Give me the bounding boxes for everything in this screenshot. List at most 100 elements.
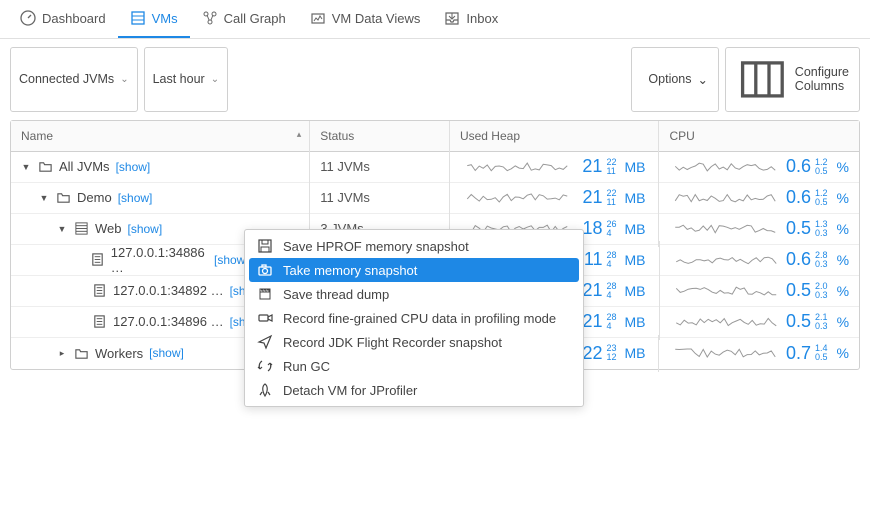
menu-item-label: Save thread dump <box>283 287 389 302</box>
cpu-minmax: 1.20.5 <box>815 158 829 176</box>
jvm-filter-select[interactable]: Connected JVMs ⌄ <box>10 47 138 112</box>
chevron-down-icon: ⌄ <box>211 74 219 85</box>
menu-item-save-thread-dump[interactable]: Save thread dump <box>245 282 583 306</box>
tab-dashboard[interactable]: Dashboard <box>8 0 118 38</box>
vm-icon <box>91 314 107 330</box>
tab-inbox[interactable]: Inbox <box>432 0 510 38</box>
options-label: Options <box>648 72 691 86</box>
heap-minmax: 2312 <box>606 344 620 362</box>
menu-item-record-fine-grained-cpu-data-in-profiling-mode[interactable]: Record fine-grained CPU data in profilin… <box>245 306 583 330</box>
status-cell: 11 JVMs <box>310 151 450 182</box>
menu-item-save-hprof-memory-snapshot[interactable]: Save HPROF memory snapshot <box>245 234 583 258</box>
heap-value: 21 <box>578 156 602 177</box>
recycle-icon <box>257 358 273 374</box>
expander-icon[interactable]: ▼ <box>57 224 67 234</box>
inbox-icon <box>444 10 460 26</box>
expander-icon[interactable]: ▸ <box>57 348 67 359</box>
menu-item-label: Save HPROF memory snapshot <box>283 239 469 254</box>
row-label: Workers <box>95 346 143 361</box>
sparkline <box>669 219 781 239</box>
heap-value: 21 <box>578 187 602 208</box>
time-filter-select[interactable]: Last hour ⌄ <box>144 47 229 112</box>
menu-item-record-jdk-flight-recorder-snapshot[interactable]: Record JDK Flight Recorder snapshot <box>245 330 583 354</box>
plane-icon <box>257 334 273 350</box>
sparkline <box>670 281 782 301</box>
table-row[interactable]: ▼ All JVMs [show] 11 JVMs 21 2211 MB 0.6… <box>11 152 859 183</box>
cpu-value: 0.5 <box>786 280 811 301</box>
show-link[interactable]: [show] <box>128 222 163 236</box>
camera-icon <box>257 262 273 278</box>
menu-item-label: Record JDK Flight Recorder snapshot <box>283 335 502 350</box>
tab-label: Call Graph <box>224 11 286 26</box>
heap-minmax: 284 <box>607 282 621 300</box>
tab-label: VMs <box>152 11 178 26</box>
vm-icon <box>90 252 105 268</box>
heap-unit: MB <box>624 159 648 175</box>
cpu-value: 0.5 <box>786 218 811 239</box>
cpu-unit: % <box>833 190 849 206</box>
row-label: Demo <box>77 190 112 205</box>
rocket-icon <box>257 382 273 398</box>
menu-item-label: Take memory snapshot <box>283 263 417 278</box>
menu-item-label: Record fine-grained CPU data in profilin… <box>283 311 556 326</box>
cpu-unit: % <box>833 314 849 330</box>
expander-icon[interactable]: ▼ <box>21 162 31 172</box>
heap-minmax: 2211 <box>606 189 620 207</box>
main-tabs: Dashboard VMs Call Graph VM Data ViewsInbox <box>0 0 870 39</box>
table-row[interactable]: ▼ Demo [show] 11 JVMs 21 2211 MB 0.6 1.2… <box>11 183 859 214</box>
callgraph-icon <box>202 10 218 26</box>
folder-icon <box>55 190 71 206</box>
row-label: Web <box>95 221 122 236</box>
columns-icon <box>736 53 789 106</box>
dataviews-icon <box>310 10 326 26</box>
heap-unit: MB <box>624 190 648 206</box>
tab-vms[interactable]: VMs <box>118 0 190 38</box>
row-label: 127.0.0.1:34896 … <box>113 314 224 329</box>
cpu-unit: % <box>833 252 849 268</box>
heap-unit: MB <box>625 252 649 268</box>
row-label: 127.0.0.1:34886 … <box>111 245 208 275</box>
show-link[interactable]: [show] <box>149 346 184 360</box>
cpu-minmax: 1.40.5 <box>815 344 829 362</box>
tab-label: Dashboard <box>42 11 106 26</box>
menu-item-detach-vm-for-jprofiler[interactable]: Detach VM for JProfiler <box>245 378 583 402</box>
sparkline <box>669 343 781 363</box>
chevron-down-icon: ⌄ <box>120 74 128 85</box>
tab-call-graph[interactable]: Call Graph <box>190 0 298 38</box>
cpu-minmax: 2.80.3 <box>815 251 829 269</box>
col-cpu-header[interactable]: CPU <box>659 121 859 151</box>
menu-item-take-memory-snapshot[interactable]: Take memory snapshot <box>249 258 579 282</box>
configure-columns-button[interactable]: Configure Columns <box>725 47 860 112</box>
col-status-header[interactable]: Status <box>310 121 450 151</box>
menu-item-run-gc[interactable]: Run GC <box>245 354 583 378</box>
sparkline <box>670 250 782 270</box>
tab-vm-data-views[interactable]: VM Data Views <box>298 0 433 38</box>
cpu-value: 0.6 <box>786 156 811 177</box>
folder-icon <box>37 159 53 175</box>
sparkline <box>460 188 575 208</box>
actions-context-menu: Save HPROF memory snapshot Take memory sn… <box>244 229 584 407</box>
record-icon <box>257 310 273 326</box>
heap-unit: MB <box>625 314 649 330</box>
show-link[interactable]: [show] <box>116 160 151 174</box>
toolbar: Connected JVMs ⌄ Last hour ⌄ Options ⌄ C… <box>0 39 870 120</box>
vms-icon <box>130 10 146 26</box>
cpu-value: 0.6 <box>786 249 811 270</box>
time-filter-label: Last hour <box>153 72 205 86</box>
cpu-unit: % <box>833 159 849 175</box>
col-name-header[interactable]: Name <box>11 121 310 151</box>
col-heap-header[interactable]: Used Heap <box>450 121 660 151</box>
chevron-down-icon: ⌄ <box>698 72 708 87</box>
heap-unit: MB <box>624 345 648 361</box>
cpu-minmax: 1.20.5 <box>815 189 829 207</box>
folder-icon <box>73 345 89 361</box>
row-label: All JVMs <box>59 159 110 174</box>
table-header: Name Status Used Heap CPU <box>11 121 859 152</box>
options-button[interactable]: Options ⌄ <box>631 47 719 112</box>
dashboard-icon <box>20 10 36 26</box>
cpu-unit: % <box>833 345 849 361</box>
sparkline <box>669 157 782 177</box>
expander-icon[interactable]: ▼ <box>39 193 49 203</box>
show-link[interactable]: [show] <box>118 191 153 205</box>
configure-columns-label: Configure Columns <box>795 65 849 93</box>
